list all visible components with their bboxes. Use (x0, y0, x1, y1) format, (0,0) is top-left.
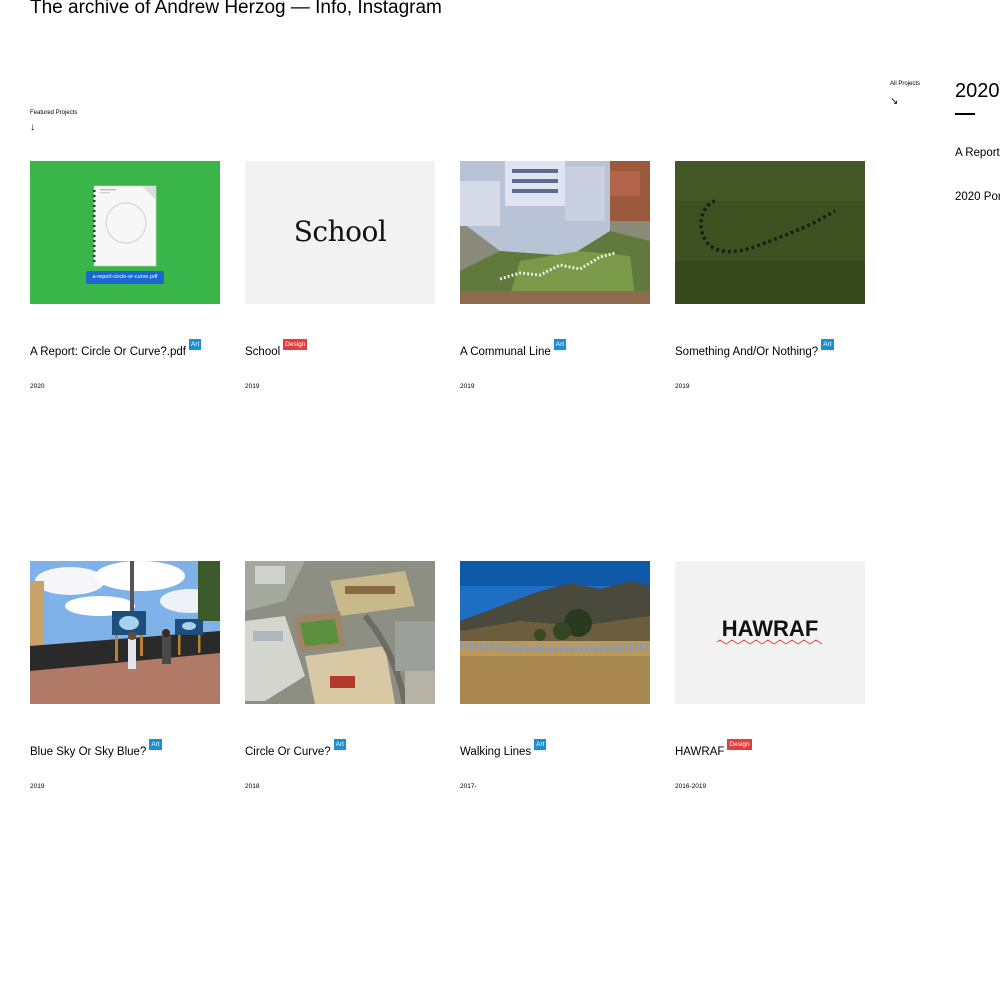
project-year: 2020 (30, 383, 45, 390)
all-projects-label[interactable]: All Projects (890, 80, 920, 88)
all-projects-list: 2020 A Report 2020 Por (955, 78, 1000, 205)
project-thumbnail-school[interactable]: School (245, 161, 435, 304)
project-year: 2017- (460, 783, 477, 790)
project-title[interactable]: A Communal LineArt (460, 339, 567, 360)
project-thumbnail-circle-curve[interactable] (245, 561, 435, 704)
project-title-text: School (245, 346, 281, 358)
project-title-text: HAWRAF (675, 746, 725, 758)
project-thumbnail-walking-lines[interactable] (460, 561, 650, 704)
project-year: 2019 (675, 383, 690, 390)
project-thumbnail-report-pdf[interactable]: a-report-circle-or-curve.pdf (30, 161, 220, 304)
project-title-text: A Communal Line (460, 346, 551, 358)
category-tag-design[interactable]: Design (727, 739, 752, 750)
page: The archive of Andrew Herzog — Info, Ins… (0, 0, 1000, 1000)
category-tag-art[interactable]: Art (149, 739, 162, 750)
project-title[interactable]: Walking LinesArt (460, 739, 547, 760)
project-title[interactable]: SchoolDesign (245, 339, 308, 360)
school-logotype: School (293, 215, 387, 248)
category-tag-art[interactable]: Art (333, 739, 346, 750)
promenade-installation-photo (30, 561, 220, 704)
aerial-field-photo (675, 161, 865, 304)
project-title[interactable]: HAWRAFDesign (675, 739, 752, 760)
site-title[interactable]: The archive of Andrew Herzog — Info, Ins… (30, 0, 442, 22)
project-title[interactable]: Something And/Or Nothing?Art (675, 339, 834, 360)
year-heading: 2020 (955, 80, 1000, 102)
pdf-document-icon (86, 185, 164, 284)
project-thumbnail-hawraf[interactable]: HAWRAF (675, 561, 865, 704)
project-title-text: Blue Sky Or Sky Blue? (30, 746, 147, 758)
spellcheck-underline (716, 639, 823, 645)
project-title[interactable]: A Report: Circle Or Curve?.pdfArt (30, 339, 202, 360)
thumbnail-filename-caption: a-report-circle-or-curve.pdf (92, 274, 158, 280)
project-year: 2018 (245, 783, 260, 790)
divider (955, 113, 975, 115)
project-year: 2019 (460, 383, 475, 390)
featured-projects-label: Featured Projects (30, 110, 78, 116)
project-title[interactable]: Blue Sky Or Sky Blue?Art (30, 739, 162, 760)
project-thumbnail-communal-line[interactable] (460, 161, 650, 304)
arrow-down-icon: ↓ (30, 122, 35, 133)
aerial-city-photo (245, 561, 435, 704)
category-tag-art[interactable]: Art (553, 339, 567, 350)
project-title-text: Walking Lines (460, 746, 532, 758)
landscape-field-photo (460, 561, 650, 704)
aerial-building-photo (460, 161, 650, 304)
category-tag-art[interactable]: Art (534, 739, 547, 750)
project-year: 2019 (245, 383, 260, 390)
project-thumbnail-something-nothing[interactable] (675, 161, 865, 304)
project-title[interactable]: Circle Or Curve?Art (245, 739, 346, 760)
category-tag-art[interactable]: Art (188, 339, 202, 350)
project-title-text: Circle Or Curve? (245, 746, 331, 758)
project-year: 2019 (30, 783, 45, 790)
category-tag-art[interactable]: Art (821, 339, 834, 350)
project-thumbnail-blue-sky[interactable] (30, 561, 220, 704)
project-year: 2016-2019 (675, 783, 707, 790)
all-projects-item[interactable]: A Report (955, 145, 1000, 161)
project-title-text: Something And/Or Nothing? (675, 346, 819, 358)
project-title-text: A Report: Circle Or Curve?.pdf (30, 346, 186, 358)
arrow-down-right-icon: ↘ (890, 96, 899, 107)
category-tag-design[interactable]: Design (283, 339, 308, 350)
all-projects-item[interactable]: 2020 Por (955, 189, 1000, 205)
